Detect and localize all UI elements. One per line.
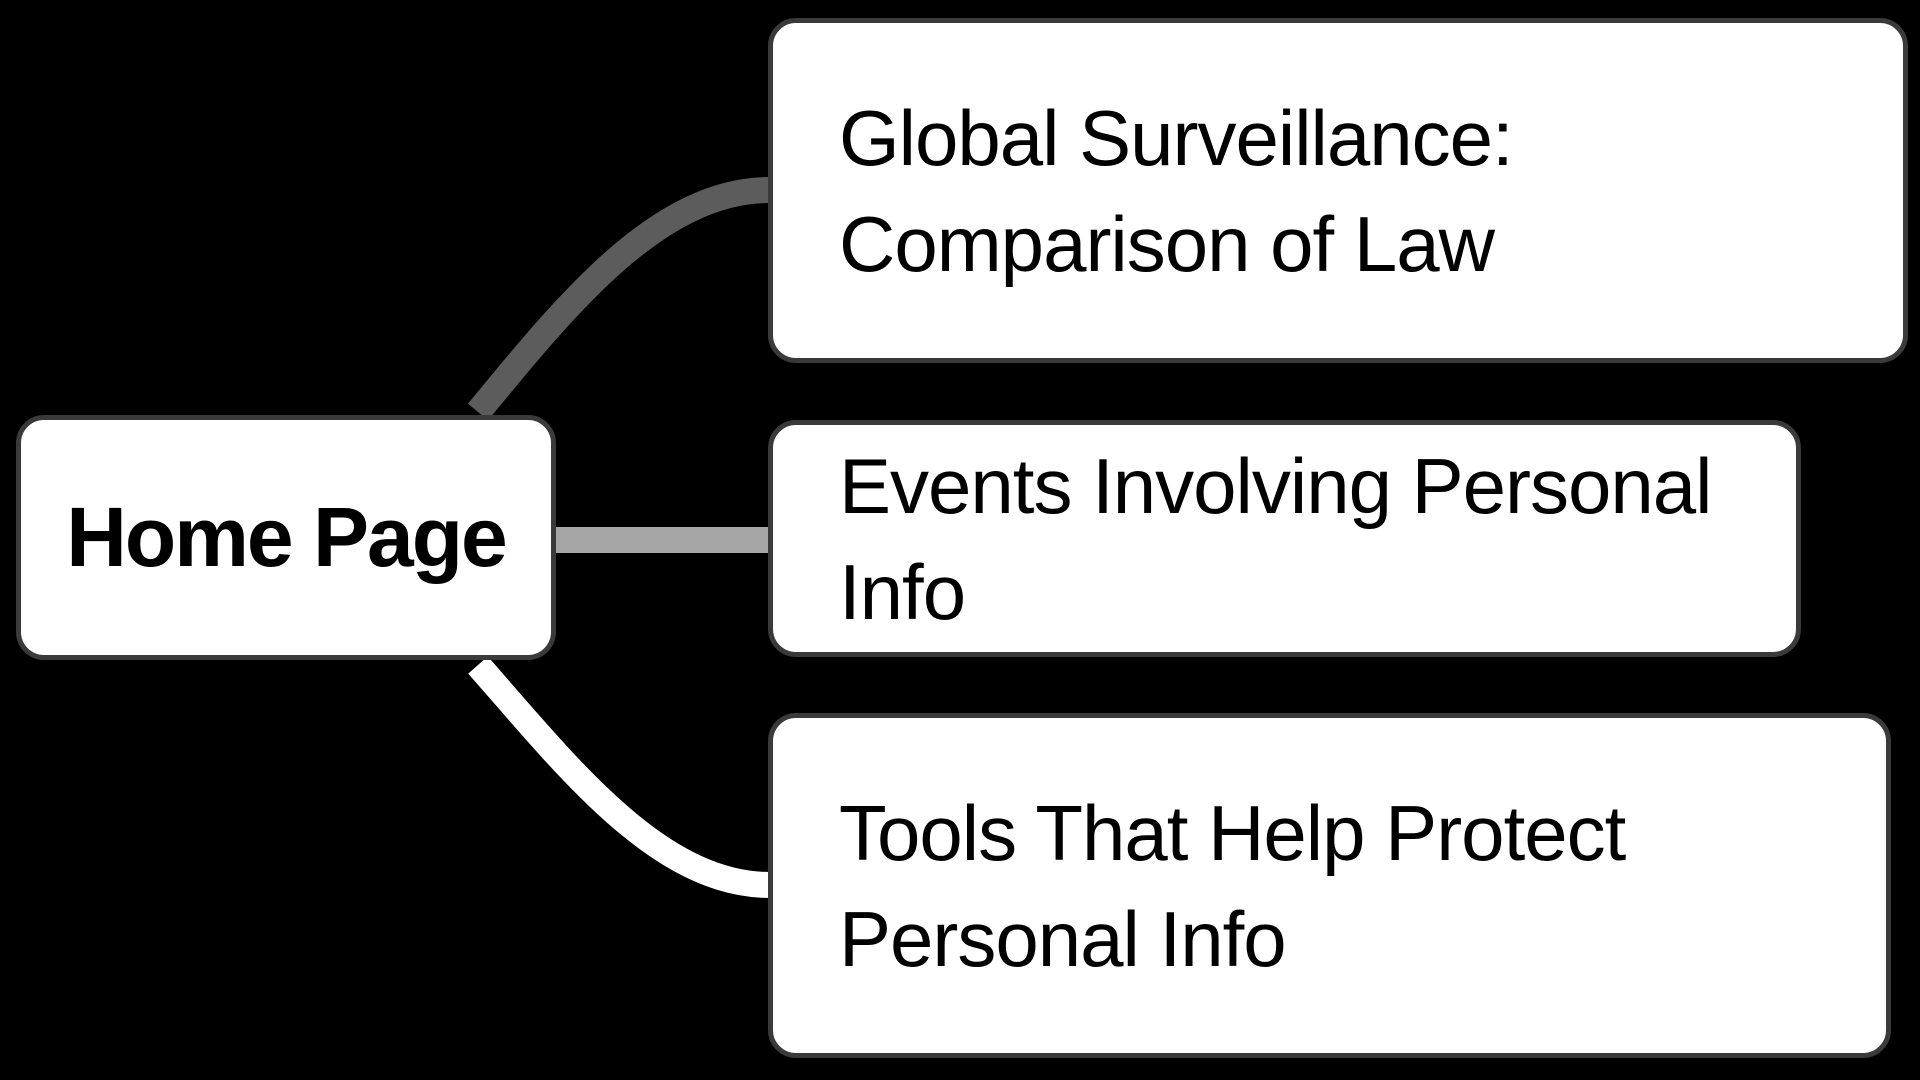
- root-node-home-page[interactable]: Home Page: [16, 415, 556, 660]
- connector-tools: [468, 656, 771, 898]
- child-node-tools[interactable]: Tools That Help Protect Personal Info: [768, 713, 1891, 1058]
- mind-map: Home Page Global Surveillance: Compariso…: [0, 0, 1920, 1080]
- connector-global-surveillance: [467, 177, 771, 421]
- child-node-label: Global Surveillance: Comparison of Law: [839, 93, 1514, 288]
- child-node-events[interactable]: Events Involving Personal Info: [768, 420, 1801, 657]
- child-node-global-surveillance[interactable]: Global Surveillance: Comparison of Law: [768, 18, 1908, 363]
- child-node-label: Tools That Help Protect Personal Info: [839, 788, 1626, 983]
- child-node-label: Events Involving Personal Info: [839, 441, 1713, 636]
- root-node-label: Home Page: [66, 490, 507, 584]
